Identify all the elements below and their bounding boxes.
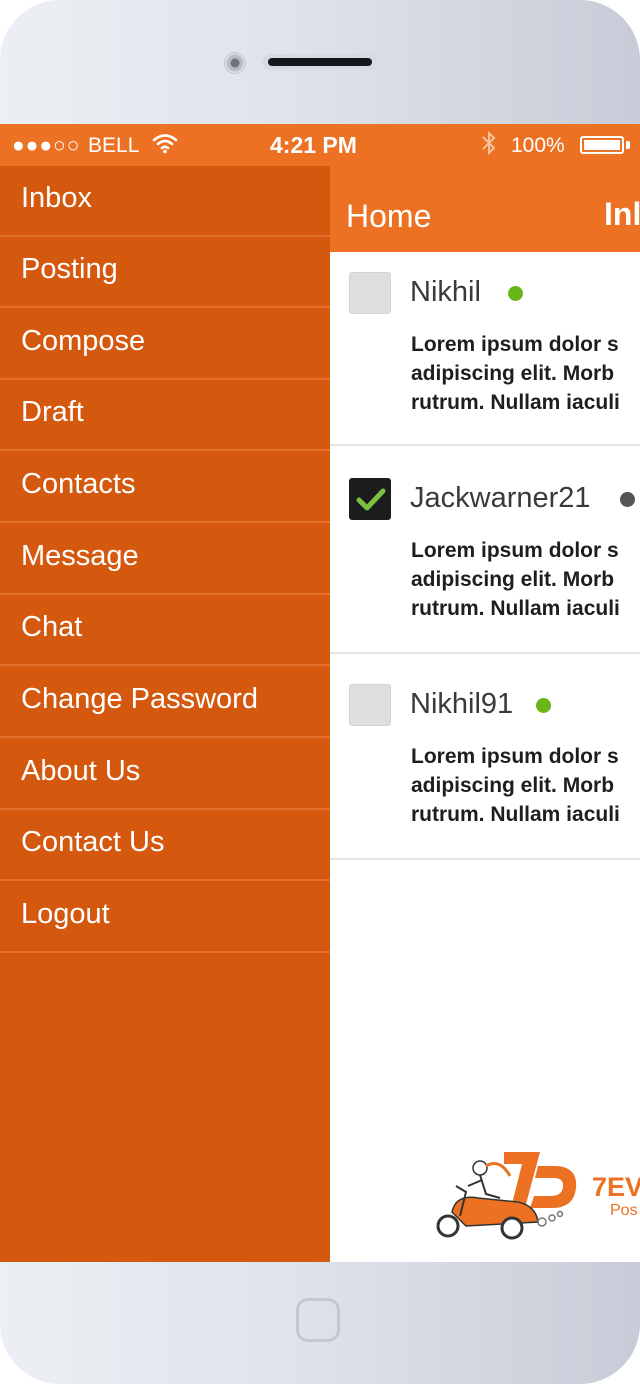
online-status-dot (508, 286, 523, 301)
home-button[interactable] (296, 1298, 340, 1342)
sender-name: Jackwarner21 (410, 482, 591, 514)
menu-item-label: Posting (21, 253, 118, 285)
menu-item-posting[interactable]: Posting (0, 237, 330, 308)
top-bar: Home Inl (330, 166, 640, 252)
message-item[interactable]: Nikhil Lorem ipsum dolor s adipiscing el… (330, 252, 640, 446)
signal-strength: ●●●○○ (12, 134, 81, 157)
offline-status-dot (620, 492, 635, 507)
message-checkbox[interactable] (349, 272, 391, 314)
app-logo: 7EV Pos (426, 1146, 640, 1246)
carrier-name: BELL (88, 134, 140, 157)
bluetooth-icon (480, 130, 498, 162)
menu-item-label: Logout (21, 898, 110, 930)
menu-item-logout[interactable]: Logout (0, 882, 330, 953)
menu-item-about-us[interactable]: About Us (0, 739, 330, 810)
battery-icon (580, 136, 624, 154)
message-checkbox-checked[interactable] (349, 478, 391, 520)
message-checkbox[interactable] (349, 684, 391, 726)
logo-subtitle: Pos (610, 1202, 638, 1219)
menu-item-label: Change Password (21, 683, 258, 715)
menu-item-inbox[interactable]: Inbox (0, 166, 330, 237)
menu-item-label: Inbox (21, 182, 92, 214)
message-preview: Lorem ipsum dolor s adipiscing elit. Mor… (411, 745, 620, 826)
battery-percent: 100% (511, 134, 565, 157)
page-title: Inl (604, 196, 640, 232)
menu-item-draft[interactable]: Draft (0, 380, 330, 451)
sender-name: Nikhil (410, 276, 481, 308)
menu-item-compose[interactable]: Compose (0, 309, 330, 380)
menu-item-change-password[interactable]: Change Password (0, 667, 330, 738)
home-link[interactable]: Home (346, 198, 431, 235)
scooter-logo-icon (436, 1152, 577, 1240)
logo-brand-text: 7EV (592, 1172, 640, 1202)
clock: 4:21 PM (270, 132, 357, 158)
menu-item-label: Compose (21, 325, 146, 357)
menu-item-label: Contacts (21, 468, 136, 500)
message-preview: Lorem ipsum dolor s adipiscing elit. Mor… (411, 539, 620, 620)
status-bar: ●●●○○ BELL 4:21 PM 100% (0, 124, 640, 166)
phone-frame: ●●●○○ BELL 4:21 PM 100% Home Inl Nikhil … (0, 0, 640, 1384)
message-preview: Lorem ipsum dolor s adipiscing elit. Mor… (411, 333, 620, 414)
side-menu: Inbox Posting Compose Draft Contacts Mes… (0, 166, 330, 1262)
menu-item-contacts[interactable]: Contacts (0, 452, 330, 523)
menu-item-message[interactable]: Message (0, 524, 330, 595)
menu-item-label: Contact Us (21, 826, 165, 858)
menu-item-contact-us[interactable]: Contact Us (0, 810, 330, 881)
sender-name: Nikhil91 (410, 688, 514, 720)
menu-item-label: Draft (21, 396, 84, 428)
phone-top-bezel (0, 0, 640, 124)
earpiece-speaker (262, 54, 378, 70)
checkmark-icon (356, 488, 386, 511)
message-list: Nikhil Lorem ipsum dolor s adipiscing el… (330, 252, 640, 860)
front-camera (224, 52, 246, 74)
menu-item-label: Chat (21, 611, 83, 643)
message-item[interactable]: Nikhil91 Lorem ipsum dolor s adipiscing … (330, 654, 640, 860)
battery-tip (626, 141, 630, 149)
menu-item-label: About Us (21, 755, 141, 787)
wifi-icon (152, 132, 178, 159)
menu-item-label: Message (21, 540, 139, 572)
screen: ●●●○○ BELL 4:21 PM 100% Home Inl Nikhil … (0, 124, 640, 1262)
online-status-dot (536, 698, 551, 713)
message-item[interactable]: Jackwarner21 Lorem ipsum dolor s adipisc… (330, 446, 640, 654)
menu-item-chat[interactable]: Chat (0, 595, 330, 666)
